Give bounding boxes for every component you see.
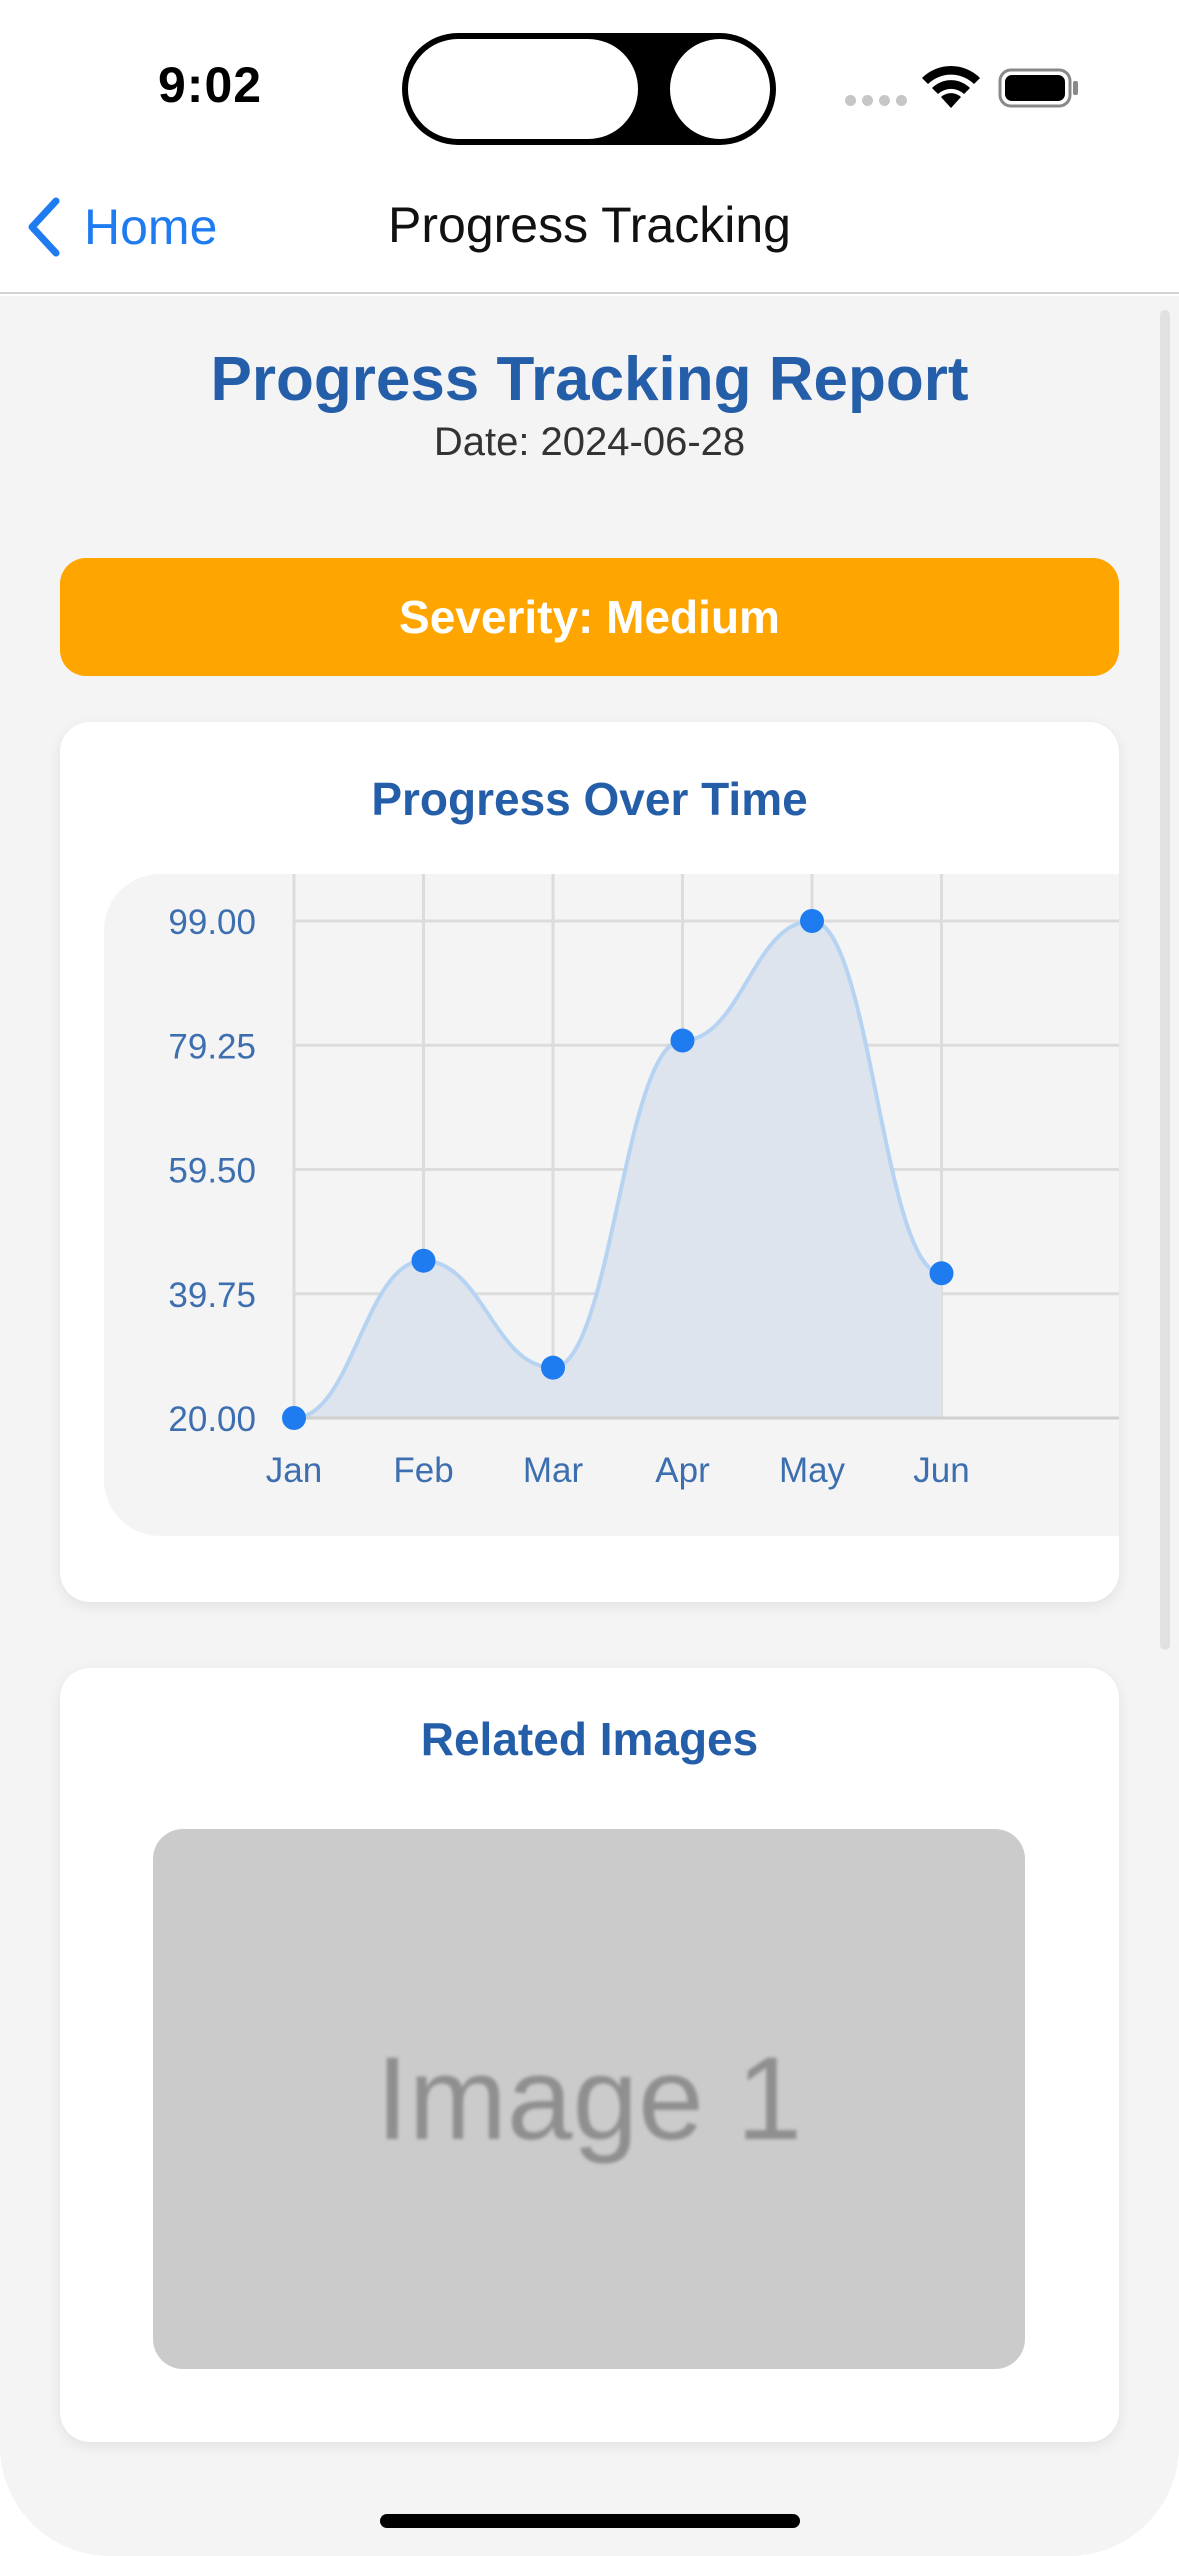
y-tick-label: 59.50 xyxy=(168,1152,256,1191)
x-tick-label: May xyxy=(779,1451,846,1490)
report-date: Date: 2024-06-28 xyxy=(433,420,746,464)
nav-title: Progress Tracking xyxy=(388,197,791,253)
x-tick-label: Mar xyxy=(523,1451,584,1490)
status-time: 9:02 xyxy=(158,57,263,113)
y-tick-label: 39.75 xyxy=(168,1276,256,1315)
data-point xyxy=(411,1248,436,1273)
severity-label: Severity: Medium xyxy=(399,591,780,643)
images-card-title: Related Images xyxy=(420,1713,759,1765)
content-scroll-view[interactable]: Progress Tracking Report Date: 2024-06-2… xyxy=(0,296,1179,2556)
y-tick-label: 79.25 xyxy=(168,1027,256,1066)
chart-card-title: Progress Over Time xyxy=(371,773,808,825)
y-tick-label: 20.00 xyxy=(168,1400,256,1439)
chart-svg: 99.00 79.25 59.50 39.75 20.00 Jan Feb Mar Apr May… xyxy=(168,874,1119,1490)
x-tick-label: Feb xyxy=(393,1451,453,1490)
x-tick-label: Apr xyxy=(655,1451,710,1490)
home-indicator[interactable] xyxy=(380,2514,800,2528)
images-card: Related Images Image 1 xyxy=(60,1668,1119,2442)
image-label: Image 1 xyxy=(375,2033,803,2165)
cellular-signal-icon xyxy=(845,95,907,106)
island-pill xyxy=(408,39,638,139)
data-point xyxy=(929,1261,954,1286)
x-tick-label: Jan xyxy=(266,1451,322,1490)
wifi-icon xyxy=(922,65,980,108)
navigation-bar: Home Progress Tracking xyxy=(0,170,1179,294)
data-point xyxy=(282,1406,306,1430)
status-bar: 9:02 xyxy=(0,0,1179,170)
severity-badge: Severity: Medium xyxy=(60,558,1119,676)
data-point xyxy=(541,1355,565,1380)
y-tick-label: 99.00 xyxy=(168,903,256,942)
x-tick-label: Jun xyxy=(913,1451,969,1490)
data-point xyxy=(670,1028,695,1053)
image-thumbnail[interactable]: Image 1 xyxy=(153,1829,1025,2369)
chart-card: Progress Over Time 99.00 79.25 59.50 39.75 2… xyxy=(60,722,1119,1602)
progress-chart: 99.00 79.25 59.50 39.75 20.00 Jan Feb Mar Apr May… xyxy=(104,874,1119,1536)
dynamic-island xyxy=(402,33,776,145)
battery-icon xyxy=(998,68,1078,108)
island-dot xyxy=(670,39,770,139)
scroll-indicator[interactable] xyxy=(1160,310,1170,1650)
data-point xyxy=(800,909,824,933)
report-title: Progress Tracking Report xyxy=(210,345,969,414)
